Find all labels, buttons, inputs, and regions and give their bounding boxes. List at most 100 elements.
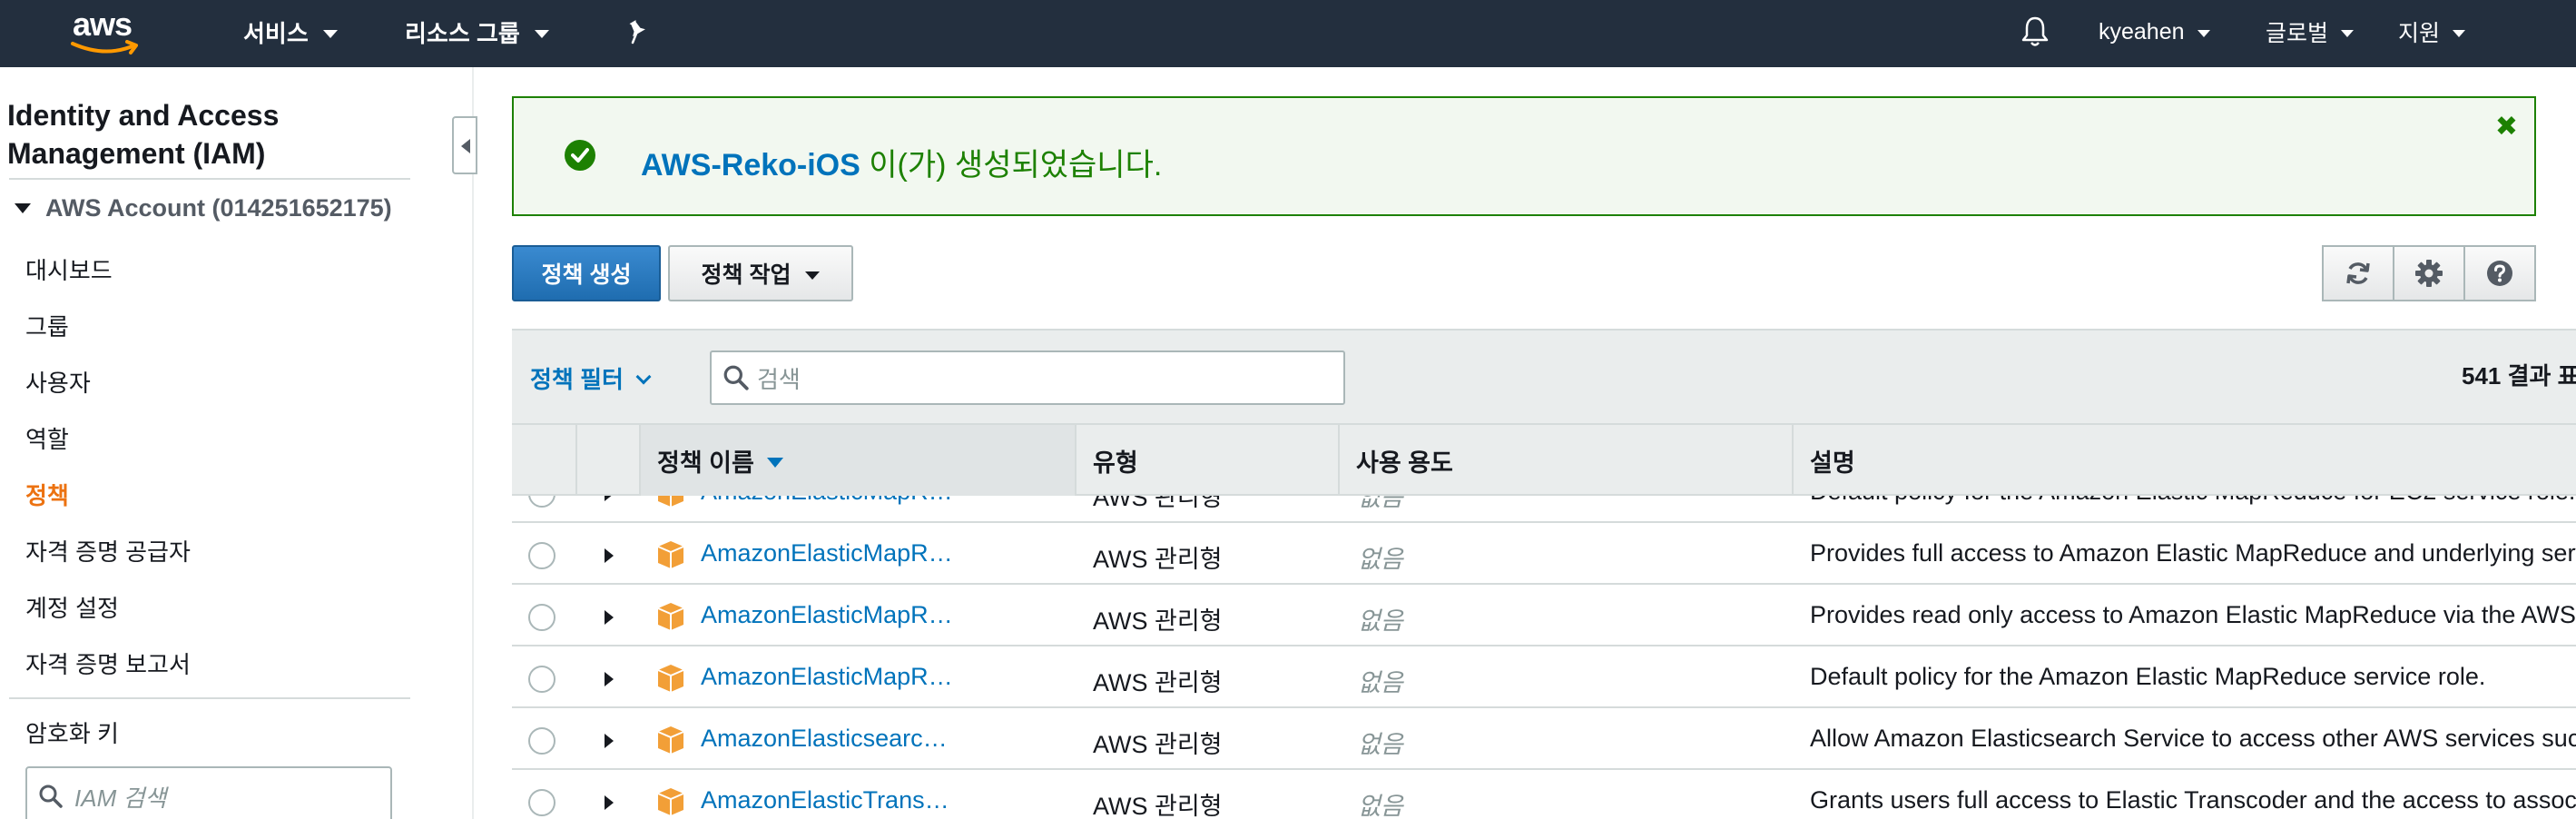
row-select-radio[interactable] <box>528 666 556 693</box>
column-label: 사용 용도 <box>1356 449 1453 477</box>
resource-groups-menu[interactable]: 리소스 그룹 <box>405 15 549 49</box>
services-label: 서비스 <box>243 19 309 47</box>
sidebar-item-dashboard[interactable]: 대시보드 <box>25 252 113 286</box>
sidebar-item-groups[interactable]: 그룹 <box>25 309 69 342</box>
refresh-button[interactable] <box>2322 245 2394 301</box>
table-row[interactable]: AmazonElasticTranscoder_FullAccess AWS 관… <box>512 770 2576 819</box>
iam-search-input[interactable]: IAM 검색 <box>25 766 392 819</box>
row-select-radio[interactable] <box>528 604 556 631</box>
table-row[interactable]: AmazonElasticMapReduceRole AWS 관리형 없음 De… <box>512 646 2576 708</box>
sort-descending-icon <box>766 457 783 468</box>
chevron-down-icon <box>805 271 821 280</box>
divider <box>9 178 410 180</box>
sidebar-item-identity-providers[interactable]: 자격 증명 공급자 <box>25 534 191 567</box>
expand-row-icon[interactable] <box>605 496 614 501</box>
policy-name-link[interactable]: AmazonElasticMapReduceRole <box>701 663 955 691</box>
policy-usage: 없음 <box>1358 793 1403 819</box>
policy-usage: 없음 <box>1358 669 1403 696</box>
policy-filter-label: 정책 필터 <box>530 366 624 393</box>
collapse-sidebar-button[interactable] <box>452 116 477 174</box>
create-policy-button[interactable]: 정책 생성 <box>512 245 661 301</box>
pin-button[interactable] <box>624 15 648 49</box>
table-row[interactable]: AmazonElasticsearchServiceRolePolicy AWS… <box>512 708 2576 770</box>
row-select-radio[interactable] <box>528 727 556 755</box>
expand-row-icon[interactable] <box>605 610 614 625</box>
column-header-description[interactable]: 설명 <box>1792 425 2576 496</box>
column-header-policy-name[interactable]: 정책 이름 <box>639 425 1075 496</box>
policy-description: Grants users full access to Elastic Tran… <box>1810 786 2576 814</box>
region-menu[interactable]: 글로벌 <box>2266 15 2355 49</box>
policy-name-link[interactable]: AmazonElasticMapReduceFullAccess <box>701 539 955 567</box>
row-select-radio[interactable] <box>528 789 556 816</box>
policy-table-header: 정책 이름 유형 사용 용도 설명 <box>512 423 2576 496</box>
chevron-down-icon <box>534 29 549 38</box>
iam-search-placeholder: IAM 검색 <box>74 784 167 812</box>
policy-name-link[interactable]: AmazonElasticMapReduceforEC2Role <box>701 496 955 506</box>
policy-icon <box>657 665 684 692</box>
column-header-type[interactable]: 유형 <box>1075 425 1338 496</box>
column-label: 설명 <box>1810 449 1855 477</box>
policy-table-body: AmazonElasticMapReduceforEC2Role AWS 관리형… <box>512 496 2576 819</box>
help-icon <box>2487 261 2512 286</box>
divider <box>9 697 410 699</box>
policy-search-input[interactable]: 검색 <box>710 350 1345 405</box>
row-select-radio[interactable] <box>528 496 556 508</box>
sidebar-item-credential-report[interactable]: 자격 증명 보고서 <box>25 646 191 680</box>
table-row[interactable]: AmazonElasticMapReduceforEC2Role AWS 관리형… <box>512 496 2576 523</box>
services-menu[interactable]: 서비스 <box>243 15 338 49</box>
bell-icon <box>2021 16 2049 46</box>
aws-smile-icon <box>71 40 138 54</box>
chevron-down-icon <box>2453 30 2466 37</box>
sidebar-item-roles[interactable]: 역할 <box>25 421 69 455</box>
policy-filter-dropdown[interactable]: 정책 필터 <box>530 361 652 395</box>
settings-button[interactable] <box>2393 245 2465 301</box>
account-menu[interactable]: kyeahen <box>2099 15 2210 49</box>
search-icon <box>39 784 63 808</box>
column-header-usage[interactable]: 사용 용도 <box>1338 425 1792 496</box>
flash-message: 이(가) 생성되었습니다. <box>860 148 1163 183</box>
policy-name-link[interactable]: AmazonElasticTranscoder_FullAccess <box>701 786 955 814</box>
policy-search-placeholder: 검색 <box>757 365 801 393</box>
expand-row-icon[interactable] <box>605 672 614 686</box>
expand-row-icon[interactable] <box>605 548 614 563</box>
policy-type: AWS 관리형 <box>1093 793 1223 819</box>
search-icon <box>723 365 749 390</box>
account-toggle[interactable]: AWS Account (014251652175) <box>15 194 392 222</box>
resource-groups-label: 리소스 그룹 <box>405 19 520 47</box>
help-button[interactable] <box>2463 245 2536 301</box>
expand-row-icon[interactable] <box>605 734 614 748</box>
policy-name-link[interactable]: AmazonElasticMapReduceReadOnlyAccess <box>701 601 955 629</box>
support-label: 지원 <box>2398 21 2441 46</box>
table-row[interactable]: AmazonElasticMapReduceFullAccess AWS 관리형… <box>512 523 2576 585</box>
support-menu[interactable]: 지원 <box>2398 15 2466 49</box>
policy-actions-button[interactable]: 정책 작업 <box>668 245 853 301</box>
policy-icon <box>657 726 684 754</box>
sidebar-item-policies[interactable]: 정책 <box>25 478 69 511</box>
flash-policy-name[interactable]: AWS-Reko-iOS <box>641 148 860 183</box>
sidebar-item-users[interactable]: 사용자 <box>25 365 91 399</box>
policy-type: AWS 관리형 <box>1093 546 1223 573</box>
notifications-button[interactable] <box>2020 15 2050 49</box>
top-navigation-bar: aws 서비스 리소스 그룹 kyeahen 글로벌 지원 <box>0 0 2576 67</box>
policy-icon <box>657 603 684 630</box>
policy-name-link[interactable]: AmazonElasticsearchServiceRolePolicy <box>701 725 955 753</box>
aws-logo[interactable]: aws <box>71 5 147 58</box>
success-flash-message: AWS-Reko-iOS 이(가) 생성되었습니다. ✖ <box>512 96 2536 216</box>
table-row[interactable]: AmazonElasticMapReduceReadOnlyAccess AWS… <box>512 585 2576 646</box>
policy-description: Provides full access to Amazon Elastic M… <box>1810 539 2576 567</box>
aws-logo-text: aws <box>73 5 133 43</box>
region-label: 글로벌 <box>2266 21 2329 46</box>
sidebar-item-account-settings[interactable]: 계정 설정 <box>25 590 119 624</box>
sidebar: Identity and Access Management (IAM) AWS… <box>0 67 427 819</box>
policy-type: AWS 관리형 <box>1093 731 1223 758</box>
caret-down-icon <box>15 203 31 213</box>
row-select-radio[interactable] <box>528 542 556 569</box>
policy-actions-label: 정책 작업 <box>701 262 791 288</box>
policy-description: Allow Amazon Elasticsearch Service to ac… <box>1810 725 2576 752</box>
sidebar-item-encryption-keys[interactable]: 암호화 키 <box>25 715 119 749</box>
policy-usage: 없음 <box>1358 496 1403 511</box>
result-count: 541 결과 표 <box>2462 362 2576 390</box>
expand-row-icon[interactable] <box>605 795 614 810</box>
expand-column-header <box>575 425 639 496</box>
close-icon[interactable]: ✖ <box>2495 111 2518 143</box>
